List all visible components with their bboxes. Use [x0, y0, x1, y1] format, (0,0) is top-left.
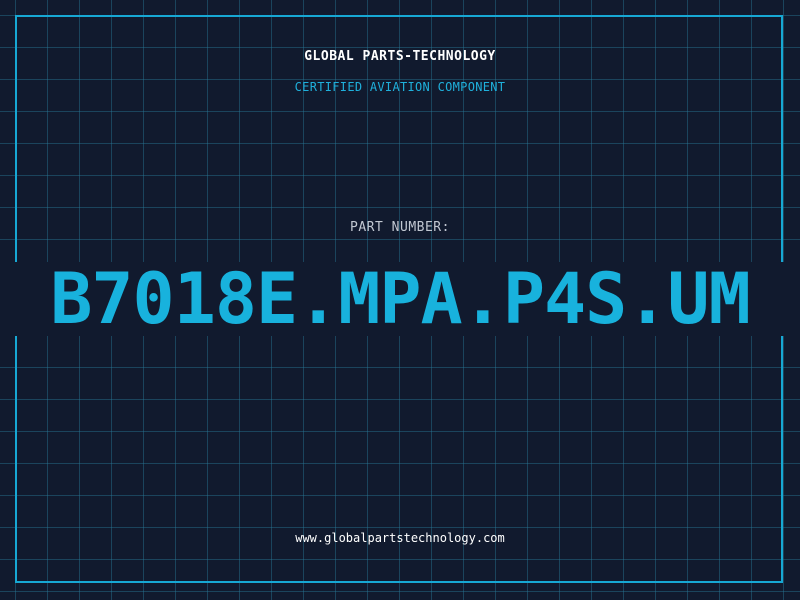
company-name: GLOBAL PARTS-TECHNOLOGY [304, 49, 496, 64]
part-number-value: B7018E.MPA.P4S.UM [50, 258, 750, 340]
part-number-label: PART NUMBER: [350, 220, 450, 235]
website-url[interactable]: www.globalpartstechnology.com [0, 531, 800, 545]
certificate-card: GLOBAL PARTS-TECHNOLOGY CERTIFIED AVIATI… [0, 0, 800, 600]
certification-subtitle: CERTIFIED AVIATION COMPONENT [294, 80, 506, 94]
